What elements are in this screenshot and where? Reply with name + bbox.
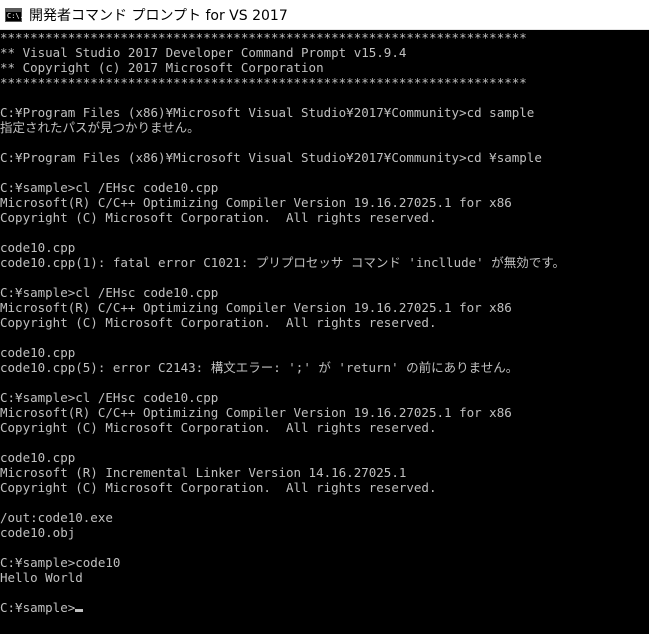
console-line: C:¥sample>cl /EHsc code10.cpp [0,390,219,405]
console-line: C:¥sample>code10 [0,555,121,570]
console-output[interactable]: ****************************************… [0,30,649,634]
console-line: C:¥Program Files (x86)¥Microsoft Visual … [0,150,542,165]
text-cursor [75,609,84,612]
console-line: Microsoft (R) Incremental Linker Version… [0,465,407,480]
console-line: Hello World [0,570,83,585]
console-line: code10.cpp [0,240,76,255]
console-line: code10.cpp(5): error C2143: 構文エラー: ';' が… [0,360,519,375]
window-title: 開発者コマンド プロンプト for VS 2017 [29,7,288,24]
console-line: C:¥Program Files (x86)¥Microsoft Visual … [0,105,535,120]
console-line: Copyright (C) Microsoft Corporation. All… [0,315,437,330]
console-line: 指定されたパスが見つかりません。 [0,120,200,135]
console-line: Copyright (C) Microsoft Corporation. All… [0,420,437,435]
prompt-line[interactable]: C:¥sample> [0,600,649,615]
prompt-text: C:¥sample> [0,600,76,615]
console-line: ** Copyright (c) 2017 Microsoft Corporat… [0,60,324,75]
console-line: C:¥sample>cl /EHsc code10.cpp [0,180,219,195]
cmd-icon[interactable]: C:\. [5,7,24,22]
console-line: Copyright (C) Microsoft Corporation. All… [0,210,437,225]
console-line: ****************************************… [0,75,527,90]
console-line: Microsoft(R) C/C++ Optimizing Compiler V… [0,300,512,315]
cmd-icon-bar [6,8,21,12]
console-window: C:\. 開発者コマンド プロンプト for VS 2017 *********… [0,0,649,634]
console-line: ** Visual Studio 2017 Developer Command … [0,45,407,60]
console-line: Microsoft(R) C/C++ Optimizing Compiler V… [0,405,512,420]
console-line: C:¥sample>cl /EHsc code10.cpp [0,285,219,300]
console-line: code10.obj [0,525,76,540]
console-line: Microsoft(R) C/C++ Optimizing Compiler V… [0,195,512,210]
title-bar[interactable]: C:\. 開発者コマンド プロンプト for VS 2017 [0,0,649,30]
console-line: Copyright (C) Microsoft Corporation. All… [0,480,437,495]
cmd-icon-glyph: C:\. [7,11,24,20]
console-line: code10.cpp [0,450,76,465]
console-line: ****************************************… [0,30,527,45]
console-line: /out:code10.exe [0,510,113,525]
console-line: code10.cpp [0,345,76,360]
console-line: code10.cpp(1): fatal error C1021: プリプロセッ… [0,255,565,270]
